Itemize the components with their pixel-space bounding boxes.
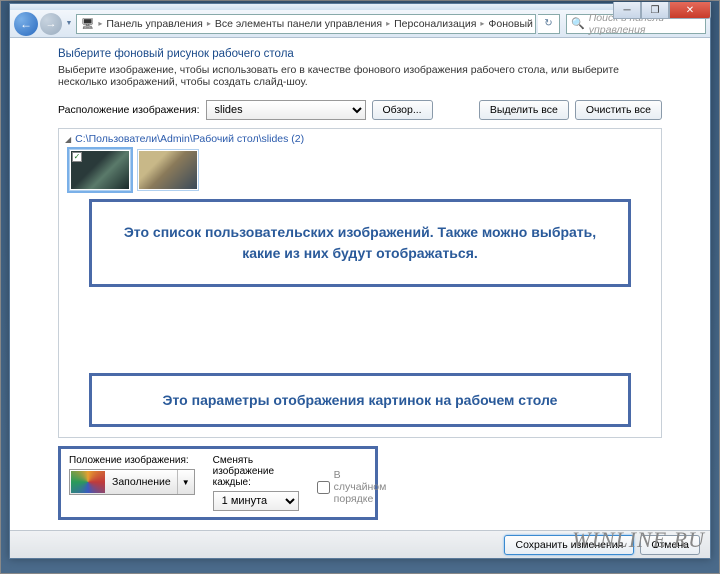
maximize-button[interactable]: ❐ — [641, 2, 669, 19]
minimize-button[interactable]: ─ — [613, 2, 641, 19]
folder-path: C:\Пользователи\Admin\Рабочий стол\slide… — [75, 133, 304, 145]
shuffle-checkbox-row[interactable]: В случайном порядке — [317, 469, 387, 505]
chevron-down-icon: ▼ — [177, 470, 194, 494]
position-value: Заполнение — [106, 476, 177, 488]
page-subtitle: Выберите изображение, чтобы использовать… — [58, 64, 662, 88]
thumbnail[interactable] — [137, 149, 199, 191]
window: ─ ❐ ✕ ← → ▼ 🖥 ▸ Панель управления ▸ Все … — [9, 3, 711, 559]
location-select[interactable]: slides — [206, 100, 366, 120]
shuffle-checkbox[interactable] — [317, 481, 330, 494]
browse-button[interactable]: Обзор... — [372, 100, 433, 120]
annotation-box: Это параметры отображения картинок на ра… — [89, 373, 631, 427]
back-button[interactable]: ← — [14, 12, 38, 36]
interval-label: Сменять изображение каждые: — [213, 455, 299, 488]
display-settings-box: Положение изображения: Заполнение ▼ Смен… — [58, 446, 378, 520]
location-row: Расположение изображения: slides Обзор..… — [58, 100, 662, 120]
position-label: Положение изображения: — [69, 455, 195, 466]
footer: Сохранить изменения Отмена — [10, 530, 710, 558]
thumbnail[interactable]: ✓ — [69, 149, 131, 191]
select-all-button[interactable]: Выделить все — [479, 100, 569, 120]
nav-history-dropdown[interactable]: ▼ — [64, 14, 74, 34]
position-swatch-icon — [71, 471, 105, 493]
content-area: Выберите фоновый рисунок рабочего стола … — [10, 38, 710, 530]
titlebar: ─ ❐ ✕ — [10, 4, 710, 10]
save-button[interactable]: Сохранить изменения — [504, 535, 634, 555]
thumb-image — [139, 151, 197, 189]
navbar: ← → ▼ 🖥 ▸ Панель управления ▸ Все элемен… — [10, 10, 710, 38]
interval-select[interactable]: 1 минута — [213, 491, 299, 511]
folder-path-line[interactable]: ◢ C:\Пользователи\Admin\Рабочий стол\sli… — [65, 133, 655, 145]
thumb-checkbox[interactable]: ✓ — [72, 152, 82, 162]
shuffle-label: В случайном порядке — [334, 469, 387, 505]
address-bar[interactable]: 🖥 ▸ Панель управления ▸ Все элементы пан… — [76, 14, 536, 34]
breadcrumb-item[interactable]: Персонализация — [394, 18, 476, 30]
breadcrumb-item[interactable]: Все элементы панели управления — [215, 18, 382, 30]
position-picker[interactable]: Заполнение ▼ — [69, 469, 195, 495]
address-icon: 🖥 — [81, 17, 94, 31]
cancel-button[interactable]: Отмена — [640, 535, 700, 555]
search-icon: 🔍 — [571, 17, 585, 30]
breadcrumb-item[interactable]: Панель управления — [106, 18, 202, 30]
image-list-box: ◢ C:\Пользователи\Admin\Рабочий стол\sli… — [58, 128, 662, 438]
refresh-button[interactable]: ↻ — [538, 14, 560, 34]
breadcrumb-item[interactable]: Фоновый рисунок рабочего стола — [488, 18, 536, 30]
breadcrumb-sep: ▸ — [96, 19, 104, 28]
forward-button[interactable]: → — [40, 13, 62, 35]
close-button[interactable]: ✕ — [669, 2, 711, 19]
clear-all-button[interactable]: Очистить все — [575, 100, 662, 120]
annotation-box: Это список пользовательских изображений.… — [89, 199, 631, 287]
collapse-icon: ◢ — [65, 135, 71, 144]
location-label: Расположение изображения: — [58, 104, 200, 116]
page-title: Выберите фоновый рисунок рабочего стола — [58, 48, 662, 60]
